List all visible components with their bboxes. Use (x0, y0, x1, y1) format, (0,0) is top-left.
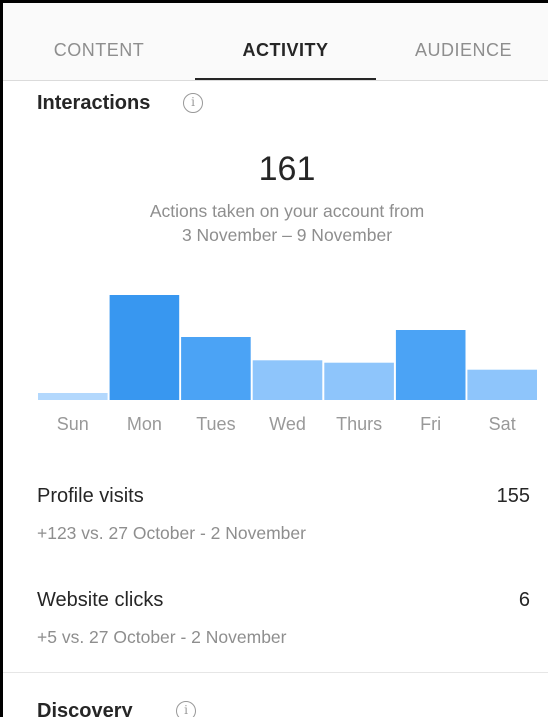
tick-label-mon: Mon (127, 414, 162, 434)
interactions-subtitle-line1: Actions taken on your account from (149, 201, 425, 221)
bar-tues[interactable] (181, 337, 251, 400)
website-clicks-label: Website clicks (37, 589, 164, 611)
interactions-title: Interactions (37, 92, 151, 114)
active-tab-indicator (195, 78, 376, 80)
tick-label-tues: Tues (196, 414, 235, 434)
bar-mon[interactable] (109, 295, 180, 400)
tab-activity[interactable]: ACTIVITY (195, 3, 376, 80)
bar-thurs[interactable] (324, 362, 394, 400)
bar-fri[interactable] (395, 330, 466, 400)
profile-visits-value: 155 (496, 485, 530, 507)
discovery-info-icon[interactable]: i (176, 701, 196, 717)
interactions-bar-chart: Sun Mon Tues Wed Thurs Fri Sat (38, 295, 537, 434)
tick-label-thurs: Thurs (336, 414, 382, 434)
tick-label-fri: Fri (420, 414, 441, 434)
discovery-title: Discovery (37, 700, 133, 717)
interactions-subtitle-line2: 3 November – 9 November (181, 225, 393, 245)
bar-wed[interactable] (252, 360, 323, 400)
insights-screen: CONTENT ACTIVITY AUDIENCE Interactions i… (0, 0, 548, 717)
profile-visits-comparison: +123 vs. 27 October - 2 November (37, 523, 306, 543)
tick-label-sun: Sun (57, 414, 89, 434)
section-divider (3, 672, 548, 673)
interactions-total: 161 (258, 150, 316, 188)
bar-sat[interactable] (467, 369, 537, 400)
tab-content[interactable]: CONTENT (3, 3, 195, 80)
website-clicks-comparison: +5 vs. 27 October - 2 November (37, 627, 287, 647)
tab-audience[interactable]: AUDIENCE (376, 3, 548, 80)
profile-visits-label: Profile visits (37, 485, 144, 507)
insights-tab-bar: CONTENT ACTIVITY AUDIENCE (3, 3, 548, 81)
tick-label-wed: Wed (269, 414, 306, 434)
interactions-info-icon[interactable]: i (183, 93, 203, 113)
bar-sun[interactable] (38, 393, 108, 400)
tick-label-sat: Sat (489, 414, 516, 434)
website-clicks-value: 6 (518, 589, 530, 611)
